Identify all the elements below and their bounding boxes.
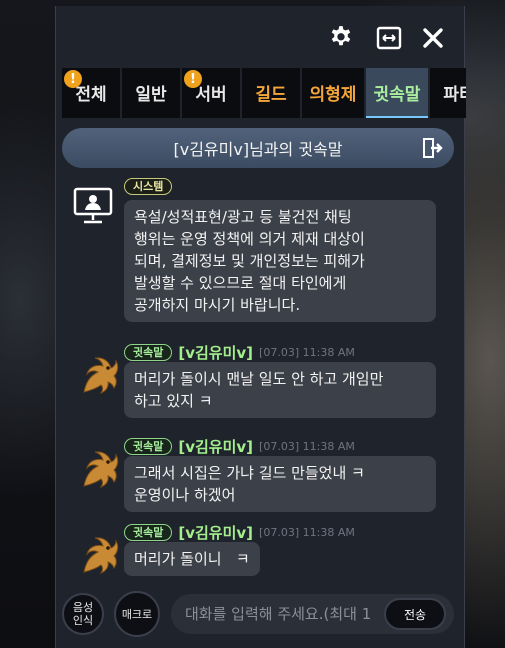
sender-name[interactable]: [v김유미v] [178, 522, 253, 543]
message-header: 귓속말 [v김유미v] [07.03] 11:38 AM [124, 436, 355, 457]
chat-input-bar: 음성 인식 매크로 전송 [56, 584, 464, 648]
monitor-icon [72, 186, 124, 238]
tab-label: 파티 [443, 84, 466, 105]
message-line: 머리가 돌이니 ㅋ [134, 550, 250, 568]
message-bubble: 그래서 시집은 가냐 길드 만들었내 ㅋ 운영이나 하겠어 [124, 456, 436, 512]
macro-button[interactable]: 매크로 [114, 591, 160, 637]
system-tag: 시스템 [124, 178, 173, 195]
message-line: 발생할 수 있으므로 절대 타인에게 [134, 274, 347, 292]
gear-icon[interactable] [326, 23, 356, 53]
message-bubble: 머리가 돌이니 ㅋ [124, 542, 260, 576]
dragon-avatar-icon[interactable] [74, 442, 126, 494]
tab-general[interactable]: 일반 [122, 68, 180, 118]
exit-icon[interactable] [420, 136, 444, 160]
sender-name[interactable]: [v김유미v] [178, 342, 253, 363]
chat-input-wrapper: 전송 [171, 594, 454, 634]
message-header: 귓속말 [v김유미v] [07.03] 11:38 AM [124, 522, 355, 543]
whisper-target-title: [v김유미v]님과의 귓속말 [173, 140, 343, 159]
message-line: 그래서 시집은 가냐 길드 만들었내 ㅋ [134, 464, 365, 482]
channel-tabs: ! 전체 일반 ! 서버 길드 의형제 귓속말 파티 [62, 68, 466, 120]
message-bubble: 머리가 돌이시 맨날 일도 안 하고 개임만 하고 있지 ㅋ [124, 362, 436, 418]
message-line: 되며, 결제정보 및 개인정보는 피해가 [134, 252, 365, 270]
message-line: 머리가 돌이시 맨날 일도 안 하고 개임만 [134, 370, 384, 388]
whisper-tag: 귓속말 [124, 344, 173, 361]
tab-label: 일반 [135, 84, 167, 105]
message-line: 욕설/성적표현/광고 등 불건전 채팅 [134, 208, 352, 226]
close-icon[interactable] [418, 23, 448, 53]
dragon-avatar-icon[interactable] [74, 348, 126, 400]
timestamp: [07.03] 11:38 AM [259, 440, 355, 453]
whisper-tag: 귓속말 [124, 438, 173, 455]
dragon-avatar-icon[interactable] [74, 528, 126, 580]
tab-brotherhood[interactable]: 의형제 [302, 68, 364, 118]
chat-window: ! 전체 일반 ! 서버 길드 의형제 귓속말 파티 [v김유미v]님과의 귓속… [55, 6, 466, 648]
timestamp: [07.03] 11:38 AM [259, 526, 355, 539]
message-list: 시스템 욕설/성적표현/광고 등 불건전 채팅 행위는 운영 정책에 의거 제재… [56, 176, 464, 576]
resize-horizontal-icon[interactable] [374, 23, 404, 53]
tab-label: 귓속말 [373, 84, 421, 105]
tab-whisper[interactable]: 귓속말 [366, 68, 428, 118]
message-header: 시스템 [124, 178, 173, 195]
tab-label: 길드 [255, 84, 287, 105]
chat-input[interactable] [185, 594, 385, 634]
tab-all[interactable]: ! 전체 [62, 68, 120, 118]
tab-label: 의형제 [309, 84, 357, 105]
message-line: 하고 있지 ㅋ [134, 392, 213, 410]
voice-input-button[interactable]: 음성 인식 [62, 593, 104, 635]
whisper-tag: 귓속말 [124, 524, 173, 541]
whisper-target-bar: [v김유미v]님과의 귓속말 [62, 128, 454, 168]
notification-badge: ! [184, 70, 202, 88]
message-header: 귓속말 [v김유미v] [07.03] 11:38 AM [124, 342, 355, 363]
tab-party[interactable]: 파티 [430, 68, 466, 118]
message-line: 운영이나 하겠어 [134, 486, 236, 504]
timestamp: [07.03] 11:38 AM [259, 346, 355, 359]
tab-guild[interactable]: 길드 [242, 68, 300, 118]
sender-name[interactable]: [v김유미v] [178, 436, 253, 457]
notification-badge: ! [64, 70, 82, 88]
send-button[interactable]: 전송 [384, 598, 446, 630]
message-bubble: 욕설/성적표현/광고 등 불건전 채팅 행위는 운영 정책에 의거 제재 대상이… [124, 200, 436, 322]
tab-server[interactable]: ! 서버 [182, 68, 240, 118]
message-line: 공개하지 마시기 바랍니다. [134, 296, 301, 314]
message-line: 행위는 운영 정책에 의거 제재 대상이 [134, 230, 365, 248]
chat-topbar [56, 6, 464, 68]
